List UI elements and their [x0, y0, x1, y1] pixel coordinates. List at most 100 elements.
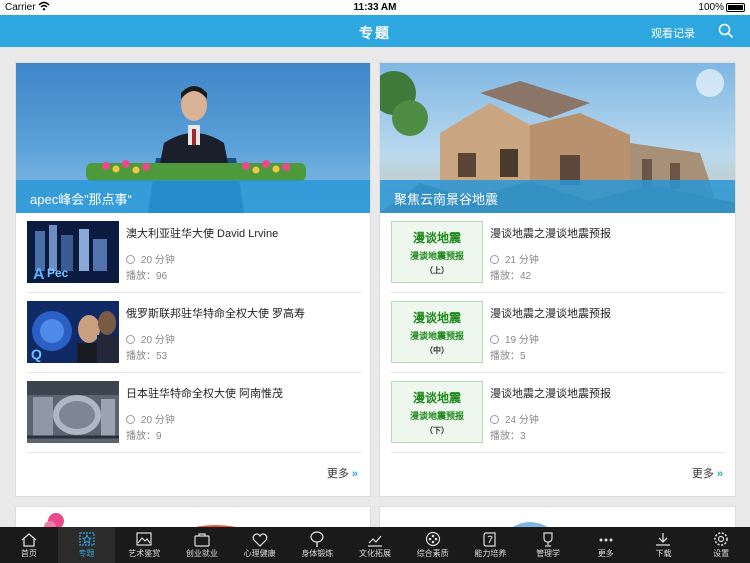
play-count: 播放：53	[126, 351, 168, 362]
tab-label: 管理学	[536, 549, 561, 558]
thumb-line-3: （下）	[425, 426, 449, 435]
tab-label: 综合素质	[416, 549, 449, 558]
clock-time: 11:33 AM	[353, 2, 397, 13]
tab-item[interactable]: 艺术鉴赏	[115, 527, 173, 563]
video-duration: 20 分钟	[126, 331, 175, 346]
tab-label: 首页	[20, 549, 37, 558]
briefcase-icon	[194, 533, 210, 547]
topic-caption: apec峰会”那点事“	[16, 180, 370, 213]
topic-banner[interactable]: 聚焦云南景谷地震	[380, 63, 735, 213]
play-count: 播放：9	[126, 431, 162, 442]
duration-text: 24 分钟	[505, 415, 539, 426]
thumb-line-2: 漫谈地震预报	[409, 251, 464, 261]
video-duration: 24 分钟	[490, 411, 539, 426]
watch-history-button[interactable]: 观看记录	[651, 25, 695, 41]
tab-label: 身体锻炼	[301, 549, 334, 558]
tab-item[interactable]: 下载	[635, 527, 693, 563]
book-icon	[483, 532, 496, 547]
video-thumbnail: 漫谈地震 漫谈地震预报 （中）	[391, 301, 483, 363]
double-chevron-right-icon: »	[351, 468, 358, 480]
tab-label: 下载	[655, 549, 672, 558]
racket-icon	[310, 531, 324, 547]
tab-item[interactable]: 身体锻炼	[288, 527, 346, 563]
video-title: 漫谈地震之漫谈地震预报	[490, 228, 611, 240]
tab-label: 能力培养	[474, 549, 507, 558]
duration-text: 21 分钟	[505, 255, 539, 266]
video-duration: 19 分钟	[490, 331, 539, 346]
video-title: 澳大利亚驻华大使 David Lrvine	[126, 228, 279, 240]
tab-label: 创业就业	[185, 549, 218, 558]
heart-icon	[252, 533, 268, 547]
video-thumbnail: A Pec	[27, 221, 119, 283]
tab-label: 设置	[713, 549, 730, 558]
bottom-tab-bar: 首页 专题 艺术鉴赏 创业就业 心理健康 身体锻炼 文化拓展 综合素质 能力培养 管理学 更多 下载 设…	[0, 527, 750, 563]
video-item[interactable]: Q 俄罗斯联邦驻华特命全权大使 罗高寿 20 分钟 播放：53	[27, 293, 361, 373]
video-duration: 21 分钟	[490, 251, 539, 266]
tab-label: 心理健康	[243, 549, 276, 558]
tab-label: 专题	[78, 549, 95, 558]
clock-icon	[490, 335, 499, 344]
play-count: 播放：5	[490, 351, 526, 362]
video-item[interactable]: 日本驻华特命全权大使 阿南惟茂 20 分钟 播放：9	[27, 373, 361, 453]
topic-banner[interactable]: apec峰会”那点事“	[16, 63, 370, 213]
more-button[interactable]: 更多»	[327, 465, 358, 481]
video-item[interactable]: 漫谈地震 漫谈地震预报 （上） 漫谈地震之漫谈地震预报 21 分钟 播放：42	[391, 213, 725, 293]
chart-icon	[367, 535, 382, 547]
topic-card-earthquake: 聚焦云南景谷地震 漫谈地震 漫谈地震预报 （上） 漫谈地震之漫谈地震预报 21 …	[379, 62, 736, 497]
tab-item[interactable]: 综合素质	[404, 527, 462, 563]
film-reel-icon	[425, 531, 440, 547]
video-title: 漫谈地震之漫谈地震预报	[490, 388, 611, 400]
thumb-line-3: （中）	[425, 346, 449, 355]
video-thumbnail: 漫谈地震 漫谈地震预报 （下）	[391, 381, 483, 443]
clock-icon	[490, 415, 499, 424]
duration-text: 20 分钟	[141, 335, 175, 346]
battery-icon	[726, 3, 745, 12]
video-title: 俄罗斯联邦驻华特命全权大使 罗高寿	[126, 308, 306, 320]
play-count: 播放：42	[490, 271, 532, 282]
thumb-line-1: 漫谈地震	[412, 231, 461, 245]
picture-icon	[136, 532, 152, 546]
more-button[interactable]: 更多»	[692, 465, 723, 481]
tab-item[interactable]: 更多	[577, 527, 635, 563]
video-item[interactable]: 漫谈地震 漫谈地震预报 （下） 漫谈地震之漫谈地震预报 24 分钟 播放：3	[391, 373, 725, 453]
video-thumbnail	[27, 381, 119, 443]
tab-label: 文化拓展	[358, 549, 391, 558]
video-duration: 20 分钟	[126, 251, 175, 266]
tab-item[interactable]: 能力培养	[462, 527, 520, 563]
gear-icon	[714, 532, 728, 546]
svg-text:Q: Q	[31, 346, 42, 362]
tab-item[interactable]: 设置	[692, 527, 750, 563]
play-count: 播放：3	[490, 431, 526, 442]
tab-item[interactable]: 专题	[57, 527, 116, 563]
tab-item[interactable]: 首页	[0, 527, 58, 563]
video-item[interactable]: A Pec 澳大利亚驻华大使 David Lrvine 20 分钟 播放：96	[27, 213, 361, 293]
search-icon[interactable]	[718, 23, 734, 39]
thumb-line-1: 漫谈地震	[412, 311, 461, 325]
page-title: 专题	[359, 25, 391, 41]
tab-item[interactable]: 文化拓展	[346, 527, 404, 563]
tab-label: 更多	[597, 549, 614, 558]
trophy-icon	[543, 532, 553, 547]
duration-text: 20 分钟	[141, 415, 175, 426]
more-label: 更多	[326, 468, 349, 480]
topic-card-apec: apec峰会”那点事“ A Pec 澳大利亚驻华大使 David Lrvine …	[15, 62, 371, 497]
clock-icon	[126, 415, 135, 424]
topic-star-icon	[78, 532, 95, 546]
thumb-line-3: （上）	[425, 266, 449, 275]
video-item[interactable]: 漫谈地震 漫谈地震预报 （中） 漫谈地震之漫谈地震预报 19 分钟 播放：5	[391, 293, 725, 373]
nav-bar: 专题 观看记录	[0, 15, 750, 47]
video-title: 漫谈地震之漫谈地震预报	[490, 308, 611, 320]
tab-item[interactable]: 心理健康	[231, 527, 289, 563]
thumb-line-1: 漫谈地震	[412, 391, 461, 405]
tab-item[interactable]: 创业就业	[173, 527, 231, 563]
clock-icon	[490, 255, 499, 264]
topic-caption: 聚焦云南景谷地震	[380, 180, 735, 213]
video-title: 日本驻华特命全权大使 阿南惟茂	[126, 388, 284, 400]
clock-icon	[126, 335, 135, 344]
video-thumbnail: 漫谈地震 漫谈地震预报 （上）	[391, 221, 483, 283]
status-bar: Carrier 11:33 AM 100%	[0, 0, 750, 15]
svg-text:Pec: Pec	[47, 266, 69, 280]
battery-percent: 100%	[698, 2, 724, 13]
home-icon	[21, 533, 37, 547]
tab-item[interactable]: 管理学	[519, 527, 577, 563]
